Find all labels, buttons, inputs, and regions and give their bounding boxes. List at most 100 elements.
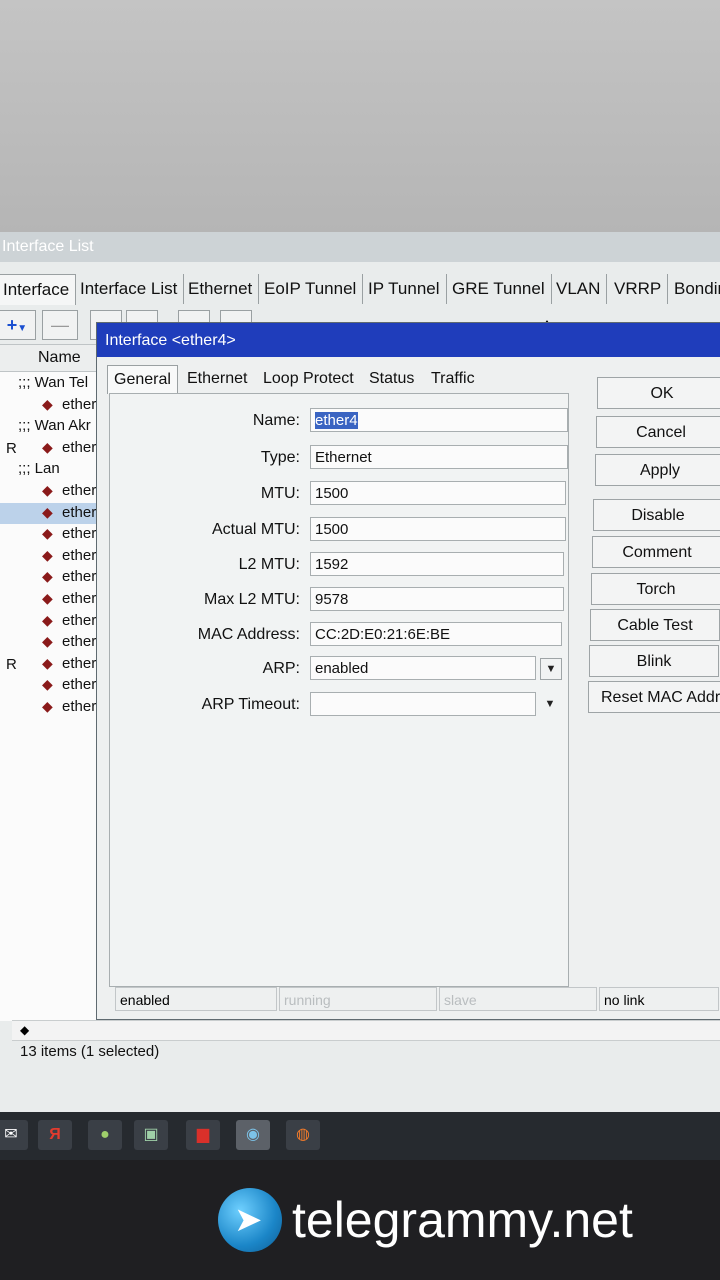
reset-mac-address-button[interactable]: Reset MAC Addres xyxy=(588,681,720,713)
ethernet-icon: ◆ xyxy=(42,654,53,671)
list-item[interactable]: ◆ ether xyxy=(0,589,110,610)
l2-mtu-field[interactable]: 1592 xyxy=(310,552,564,576)
row-flag: R xyxy=(6,655,17,673)
status-running: running xyxy=(279,987,437,1011)
row-name: ether xyxy=(62,438,97,456)
status-enabled: enabled xyxy=(115,987,277,1011)
row-name: ether xyxy=(62,633,97,651)
ethernet-icon: ◆ xyxy=(42,590,53,606)
arp-dropdown-icon[interactable]: ▼ xyxy=(540,658,562,680)
ethernet-icon: ◆ xyxy=(42,482,53,498)
type-label: Type: xyxy=(260,449,300,466)
cable-test-button[interactable]: Cable Test xyxy=(590,609,720,641)
l2-mtu-label: L2 MTU: xyxy=(238,556,300,573)
tab-ethernet-settings[interactable]: Ethernet xyxy=(181,365,253,393)
name-field[interactable]: ether4 xyxy=(310,408,568,432)
status-slave: slave xyxy=(439,987,597,1011)
row-name: ether xyxy=(62,611,97,629)
general-panel: Name: ether4 Type: Ethernet MTU: 1500 Ac… xyxy=(109,393,569,987)
list-item[interactable]: ◆ ether xyxy=(0,395,110,416)
list-item[interactable]: ◆ ether xyxy=(0,567,110,588)
ethernet-icon: ◆ xyxy=(42,676,53,693)
torch-button[interactable]: Torch xyxy=(591,573,720,605)
max-l2-mtu-field: 9578 xyxy=(310,587,564,611)
arp-select[interactable]: enabled xyxy=(310,656,536,680)
list-item[interactable]: ◆ ether xyxy=(0,697,110,718)
save-app-icon[interactable]: ▆ xyxy=(186,1120,220,1150)
main-tabs: Interface Interface List Ethernet EoIP T… xyxy=(0,266,720,306)
list-item[interactable]: ◆ ether xyxy=(0,481,110,502)
arp-label: ARP: xyxy=(262,660,300,677)
ethernet-icon: ◆ xyxy=(42,438,53,455)
apply-button[interactable]: Apply xyxy=(595,454,720,486)
tab-eoip-tunnel[interactable]: EoIP Tunnel xyxy=(258,274,364,304)
column-header-name[interactable]: Name xyxy=(0,345,110,372)
actual-mtu-field: 1500 xyxy=(310,517,566,541)
ethernet-icon: ◆ xyxy=(42,546,53,563)
ok-button[interactable]: OK xyxy=(597,377,720,409)
taskbar: ✉ Я ● ▣ ▆ ◉ ◍ xyxy=(0,1112,720,1160)
max-l2-mtu-label: Max L2 MTU: xyxy=(203,591,300,608)
tab-bonding[interactable]: Bondin xyxy=(668,274,720,304)
add-button[interactable]: +▼ xyxy=(0,310,36,340)
row-name: ether xyxy=(62,546,97,564)
mail-icon[interactable]: ✉ xyxy=(0,1120,28,1150)
list-item[interactable]: ◆ ether xyxy=(0,675,110,696)
tab-vlan[interactable]: VLAN xyxy=(550,274,608,304)
watermark-text: telegrammy.net xyxy=(292,1192,633,1248)
row-name: ether xyxy=(62,482,97,499)
tab-general[interactable]: General xyxy=(107,365,178,394)
chevron-down-icon: ▼ xyxy=(17,323,28,334)
list-item[interactable]: ◆ ether xyxy=(0,502,110,524)
status-link: no link xyxy=(599,987,719,1011)
disable-button[interactable]: Disable xyxy=(593,499,720,531)
mac-address-label: MAC Address: xyxy=(197,626,300,643)
interface-list: Name ;;; Wan Tel ◆ ether;;; Wan Akr R ◆ ether… xyxy=(0,344,110,1021)
remove-button[interactable]: — xyxy=(42,310,78,340)
arp-timeout-field[interactable] xyxy=(310,692,536,716)
ethernet-icon: ◆ xyxy=(42,395,53,412)
row-name: ether xyxy=(62,676,97,694)
tab-ethernet[interactable]: Ethernet xyxy=(182,274,260,304)
list-item[interactable]: ;;; Lan xyxy=(0,459,110,480)
list-item[interactable]: R ◆ ether xyxy=(0,654,110,675)
firefox-icon[interactable]: ◍ xyxy=(286,1120,320,1150)
list-item[interactable]: ◆ ether xyxy=(0,546,110,567)
row-name: ether xyxy=(62,525,97,543)
tab-status[interactable]: Status xyxy=(363,365,420,393)
cancel-button[interactable]: Cancel xyxy=(596,416,720,448)
list-item[interactable]: R ◆ ether xyxy=(0,438,110,459)
minus-icon: — xyxy=(51,315,69,335)
tab-loop-protect[interactable]: Loop Protect xyxy=(257,365,360,393)
tab-interface-list[interactable]: Interface List xyxy=(74,274,185,304)
winbox-icon[interactable]: ◉ xyxy=(236,1120,270,1150)
ethernet-icon: ◆ xyxy=(42,525,53,542)
horizontal-scrollbar[interactable]: ◆ xyxy=(12,1020,720,1041)
dialog-tabs: General Ethernet Loop Protect Status Tra… xyxy=(103,361,583,394)
mtu-field[interactable]: 1500 xyxy=(310,481,566,505)
interface-dialog: Interface <ether4> General Ethernet Loop… xyxy=(96,322,720,1020)
arp-timeout-dropdown-icon[interactable]: ▼ xyxy=(540,694,560,714)
list-item[interactable]: ◆ ether xyxy=(0,611,110,632)
scroll-left-icon[interactable]: ◆ xyxy=(20,1023,29,1037)
list-item[interactable]: ;;; Wan Akr xyxy=(0,416,110,437)
ethernet-icon: ◆ xyxy=(42,568,53,585)
window-app-icon[interactable]: ▣ xyxy=(134,1120,168,1150)
tab-traffic[interactable]: Traffic xyxy=(425,365,481,393)
name-label: Name: xyxy=(252,412,300,429)
tab-ip-tunnel[interactable]: IP Tunnel xyxy=(362,274,447,304)
blink-button[interactable]: Blink xyxy=(589,645,719,677)
tab-interface[interactable]: Interface xyxy=(0,274,77,305)
app-icon[interactable]: ● xyxy=(88,1120,122,1150)
actual-mtu-label: Actual MTU: xyxy=(211,521,300,538)
row-name: ether xyxy=(62,654,97,672)
mac-address-field[interactable]: CC:2D:E0:21:6E:BE xyxy=(310,622,562,646)
list-item[interactable]: ◆ ether xyxy=(0,524,110,545)
yandex-browser-icon[interactable]: Я xyxy=(38,1120,72,1150)
list-item[interactable]: ◆ ether xyxy=(0,632,110,653)
tab-gre-tunnel[interactable]: GRE Tunnel xyxy=(446,274,552,304)
tab-vrrp[interactable]: VRRP xyxy=(608,274,669,304)
comment-button[interactable]: Comment xyxy=(592,536,720,568)
list-item[interactable]: ;;; Wan Tel xyxy=(0,373,110,394)
row-name: ether xyxy=(62,698,97,715)
